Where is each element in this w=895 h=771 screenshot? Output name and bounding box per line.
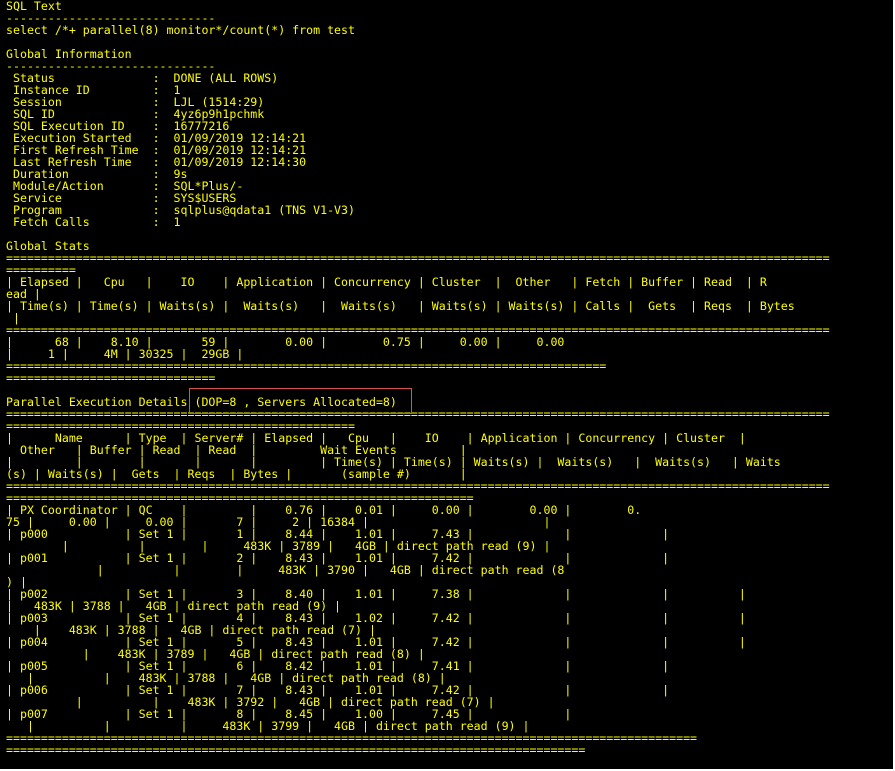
terminal-line: ============================== xyxy=(6,371,216,385)
terminal-line: select /*+ parallel(8) monitor*/count(*)… xyxy=(6,23,356,37)
terminal-line: | Time(s) | Time(s) | Waits(s) | Waits(s… xyxy=(6,299,795,313)
terminal-line: | | | 483K | 3790 | 4GB | direct path re… xyxy=(6,563,565,577)
terminal-line: Fetch Calls : 1 xyxy=(6,215,181,229)
terminal-line: ========================================… xyxy=(6,743,586,757)
terminal-line: ========================================… xyxy=(6,251,830,265)
terminal-window[interactable]: SQL Text ------------------------------ se… xyxy=(0,0,895,771)
terminal-line: | Elapsed | Cpu | IO | Application | Con… xyxy=(6,275,767,289)
terminal-output: SQL Text ------------------------------ se… xyxy=(6,0,830,756)
